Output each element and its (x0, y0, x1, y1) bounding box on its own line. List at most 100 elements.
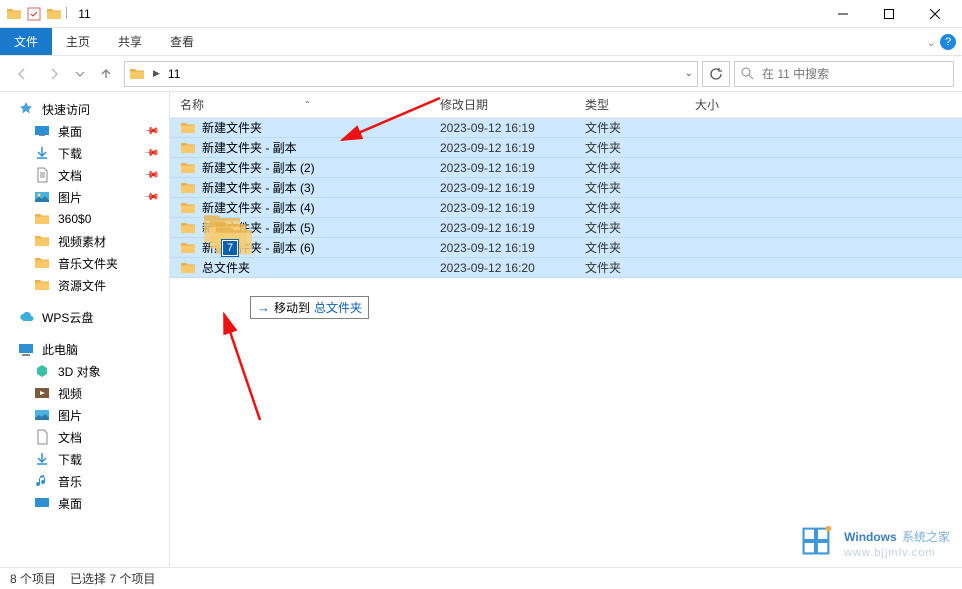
file-row[interactable]: 新建文件夹 - 副本 (3)2023-09-12 16:19文件夹 (170, 178, 962, 198)
sidebar-pc-desktop[interactable]: 桌面 (0, 492, 169, 514)
file-name: 新建文件夹 - 副本 (202, 139, 297, 156)
file-list[interactable]: 新建文件夹2023-09-12 16:19文件夹新建文件夹 - 副本2023-0… (170, 118, 962, 278)
sidebar-item-recent-1[interactable]: 视频素材 (0, 230, 169, 252)
sidebar-item-recent-0[interactable]: 360$0 (0, 208, 169, 230)
sidebar-item-documents[interactable]: 文档📌 (0, 164, 169, 186)
music-icon (34, 473, 50, 489)
folder-icon (180, 220, 196, 236)
tab-home[interactable]: 主页 (52, 28, 104, 55)
file-row[interactable]: 新建文件夹 - 副本 (2)2023-09-12 16:19文件夹 (170, 158, 962, 178)
address-segment[interactable]: 11 (168, 67, 180, 81)
sidebar-item-pictures[interactable]: 图片📌 (0, 186, 169, 208)
tab-view[interactable]: 查看 (156, 28, 208, 55)
qat-divider: │ (64, 8, 70, 19)
title-bar: │ 11 (0, 0, 962, 28)
search-input[interactable] (760, 66, 947, 82)
folder-icon (180, 140, 196, 156)
sidebar-this-pc[interactable]: 此电脑 (0, 338, 169, 360)
file-tab[interactable]: 文件 (0, 28, 52, 55)
pin-icon: 📌 (142, 145, 159, 162)
file-name: 总文件夹 (202, 259, 250, 276)
file-date: 2023-09-12 16:19 (430, 141, 575, 155)
file-date: 2023-09-12 16:19 (430, 221, 575, 235)
file-name: 新建文件夹 (202, 119, 262, 136)
status-selected-count: 已选择 7 个项目 (70, 570, 155, 587)
cloud-icon (18, 309, 34, 325)
sidebar-item-recent-2[interactable]: 音乐文件夹 (0, 252, 169, 274)
folder-icon (34, 233, 50, 249)
column-header-name[interactable]: 名称⌃ (170, 92, 430, 117)
expand-ribbon-button[interactable]: ⌄ (927, 36, 936, 49)
file-type: 文件夹 (575, 259, 685, 276)
sidebar-item-desktop[interactable]: 桌面📌 (0, 120, 169, 142)
sidebar-quick-access[interactable]: 快速访问 (0, 98, 169, 120)
file-row[interactable]: 新建文件夹 - 副本2023-09-12 16:19文件夹 (170, 138, 962, 158)
download-icon (34, 145, 50, 161)
qat-properties-icon[interactable] (26, 6, 42, 22)
help-button[interactable]: ? (940, 34, 956, 50)
quick-access-label: 快速访问 (42, 101, 90, 118)
file-row[interactable]: 新建文件夹 - 副本 (5) 2023-09-12 16:19文件夹 (170, 218, 962, 238)
sidebar-wps-cloud[interactable]: WPS云盘 (0, 306, 169, 328)
file-name: 新建文件夹 - 副本 (6) (202, 239, 315, 256)
status-item-count: 8 个项目 (10, 570, 56, 587)
minimize-button[interactable] (820, 0, 866, 28)
chevron-right-icon[interactable]: ▶ (153, 68, 160, 79)
sidebar-pc-videos[interactable]: 视频 (0, 382, 169, 404)
computer-icon (18, 341, 34, 357)
tab-share[interactable]: 共享 (104, 28, 156, 55)
up-button[interactable] (92, 60, 120, 88)
file-name: 新建文件夹 - 副本 (5) (202, 219, 315, 236)
back-button[interactable] (8, 60, 36, 88)
close-button[interactable] (912, 0, 958, 28)
address-history-dropdown[interactable]: ⌄ (685, 68, 693, 79)
sidebar-pc-pictures[interactable]: 图片 (0, 404, 169, 426)
navigation-toolbar: ▶ 11 ⌄ (0, 56, 962, 92)
address-folder-icon (129, 66, 145, 82)
qat-folder-icon (6, 6, 22, 22)
desktop-icon (34, 495, 50, 511)
folder-icon (34, 277, 50, 293)
content-pane: 名称⌃ 修改日期 类型 大小 新建文件夹2023-09-12 16:19文件夹新… (170, 92, 962, 567)
document-icon (34, 429, 50, 445)
address-bar[interactable]: ▶ 11 ⌄ (124, 61, 698, 87)
file-row[interactable]: 新建文件夹 - 副本 (6)2023-09-12 16:19文件夹 (170, 238, 962, 258)
pin-icon: 📌 (142, 167, 159, 184)
file-row[interactable]: 新建文件夹 - 副本 (4) 2023-09-12 16:19文件夹 (170, 198, 962, 218)
file-row[interactable]: 总文件夹 2023-09-12 16:20文件夹 (170, 258, 962, 278)
maximize-button[interactable] (866, 0, 912, 28)
search-box[interactable] (734, 61, 954, 87)
ribbon-tabs: 文件 主页 共享 查看 ⌄ ? (0, 28, 962, 56)
file-row[interactable]: 新建文件夹2023-09-12 16:19文件夹 (170, 118, 962, 138)
file-date: 2023-09-12 16:20 (430, 261, 575, 275)
status-bar: 8 个项目 已选择 7 个项目 (0, 567, 962, 589)
search-icon (741, 67, 754, 80)
file-name: 新建文件夹 - 副本 (4) (202, 199, 315, 216)
sidebar-pc-3d[interactable]: 3D 对象 (0, 360, 169, 382)
sidebar-pc-music[interactable]: 音乐 (0, 470, 169, 492)
file-date: 2023-09-12 16:19 (430, 201, 575, 215)
column-header-size[interactable]: 大小 (685, 92, 765, 117)
star-icon (18, 101, 34, 117)
qat-folder2-icon[interactable] (46, 6, 62, 22)
window-title: 11 (78, 7, 90, 21)
sidebar-pc-downloads[interactable]: 下载 (0, 448, 169, 470)
column-header-type[interactable]: 类型 (575, 92, 685, 117)
refresh-button[interactable] (702, 61, 730, 87)
forward-button[interactable] (40, 60, 68, 88)
sidebar-pc-documents[interactable]: 文档 (0, 426, 169, 448)
picture-icon (34, 407, 50, 423)
file-type: 文件夹 (575, 219, 685, 236)
sidebar-item-downloads[interactable]: 下载📌 (0, 142, 169, 164)
folder-icon (180, 160, 196, 176)
sidebar-item-recent-3[interactable]: 资源文件 (0, 274, 169, 296)
file-date: 2023-09-12 16:19 (430, 121, 575, 135)
folder-icon (34, 255, 50, 271)
file-name: 新建文件夹 - 副本 (3) (202, 179, 315, 196)
recent-locations-button[interactable] (72, 60, 88, 88)
3d-icon (34, 363, 50, 379)
folder-icon (180, 180, 196, 196)
file-type: 文件夹 (575, 199, 685, 216)
file-type: 文件夹 (575, 239, 685, 256)
column-header-date[interactable]: 修改日期 (430, 92, 575, 117)
